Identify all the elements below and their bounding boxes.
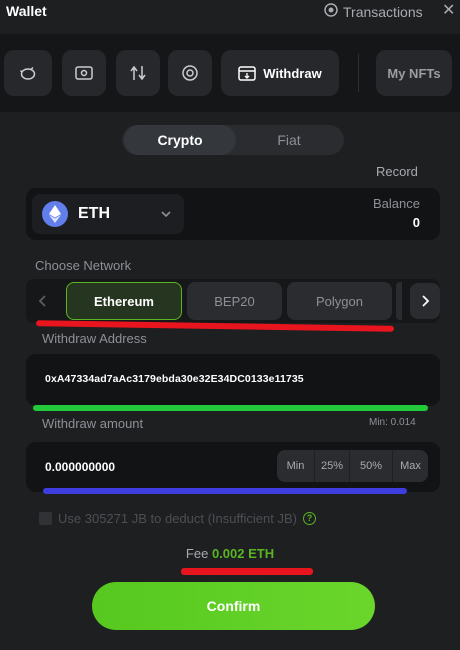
- fee-label: Fee: [185, 546, 209, 561]
- 50-percent-button[interactable]: 50%: [350, 450, 393, 482]
- cash-icon: [75, 66, 93, 80]
- tab-my-nfts[interactable]: My NFTs: [376, 50, 452, 96]
- max-button[interactable]: Max: [393, 450, 428, 482]
- withdraw-amount-label: Withdraw amount: [42, 416, 144, 431]
- coin-swap-icon: [181, 64, 199, 82]
- transactions-icon: [324, 3, 338, 20]
- withdraw-icon: [238, 65, 257, 81]
- close-icon[interactable]: ✕: [442, 1, 455, 21]
- help-icon[interactable]: ?: [302, 512, 316, 525]
- tab-withdraw[interactable]: Withdraw: [221, 50, 339, 96]
- piggy-bank-icon: [19, 64, 37, 82]
- withdraw-address-value: 0xA47334ad7aAc3179ebda30e32E34DC0133e117…: [45, 373, 304, 385]
- min-amount-text: Min: 0.014: [369, 417, 416, 428]
- coin-select[interactable]: ETH: [32, 194, 184, 234]
- 25-percent-button[interactable]: 25%: [315, 450, 350, 482]
- chevron-left-icon[interactable]: [26, 283, 60, 319]
- amount-highlight-underline: [43, 488, 407, 494]
- tab-swap[interactable]: [116, 50, 160, 96]
- deduct-checkbox[interactable]: [39, 512, 52, 525]
- tab-divider: [358, 54, 359, 92]
- coin-symbol: ETH: [78, 205, 110, 222]
- fee-row: Fee 0.002 ETH: [0, 546, 460, 561]
- amount-quick-buttons: Min 25% 50% Max: [277, 450, 428, 482]
- deduct-option: Use 305271 JB to deduct (Insufficient JB…: [39, 511, 316, 526]
- asset-card: ETH Balance 0: [26, 188, 440, 240]
- transfer-arrows-icon: [129, 65, 147, 81]
- address-highlight-underline: [33, 405, 428, 411]
- min-button[interactable]: Min: [277, 450, 315, 482]
- window-title: Wallet: [6, 3, 47, 19]
- tab-deposit[interactable]: [4, 50, 52, 96]
- withdraw-address-label: Withdraw Address: [42, 331, 147, 346]
- wallet-tab-bar: Withdraw My NFTs: [0, 34, 460, 112]
- fee-highlight-underline: [181, 568, 313, 575]
- network-option-partial: [396, 282, 402, 320]
- deduct-label: Use 305271 JB to deduct (Insufficient JB…: [58, 511, 297, 526]
- chevron-down-icon: [160, 207, 172, 225]
- choose-network-label: Choose Network: [35, 258, 132, 273]
- record-link[interactable]: Record: [376, 164, 418, 179]
- tab-buy[interactable]: [62, 50, 106, 96]
- crypto-option[interactable]: Crypto: [124, 125, 236, 155]
- chevron-right-icon[interactable]: [410, 283, 440, 319]
- network-option-polygon[interactable]: Polygon: [287, 282, 392, 320]
- transactions-link[interactable]: Transactions: [324, 3, 423, 20]
- ethereum-icon: [42, 201, 68, 227]
- balance-value: 0: [412, 215, 420, 230]
- crypto-fiat-toggle: Crypto Fiat: [122, 125, 344, 155]
- fee-value: 0.002 ETH: [211, 546, 275, 561]
- tab-exchange[interactable]: [168, 50, 212, 96]
- tab-withdraw-label: Withdraw: [263, 65, 322, 81]
- confirm-button[interactable]: Confirm: [92, 582, 375, 630]
- withdraw-amount-value: 0.000000000: [45, 460, 116, 474]
- balance-label: Balance: [373, 196, 420, 211]
- withdraw-address-field[interactable]: 0xA47334ad7aAc3179ebda30e32E34DC0133e117…: [26, 354, 440, 406]
- transactions-label: Transactions: [343, 3, 423, 20]
- network-option-bep20[interactable]: BEP20: [187, 282, 282, 320]
- fiat-option[interactable]: Fiat: [236, 125, 342, 155]
- withdraw-amount-field[interactable]: 0.000000000 Min 25% 50% Max: [26, 442, 440, 492]
- network-option-ethereum[interactable]: Ethereum: [66, 282, 182, 320]
- network-selector: Ethereum BEP20 Polygon: [26, 279, 440, 323]
